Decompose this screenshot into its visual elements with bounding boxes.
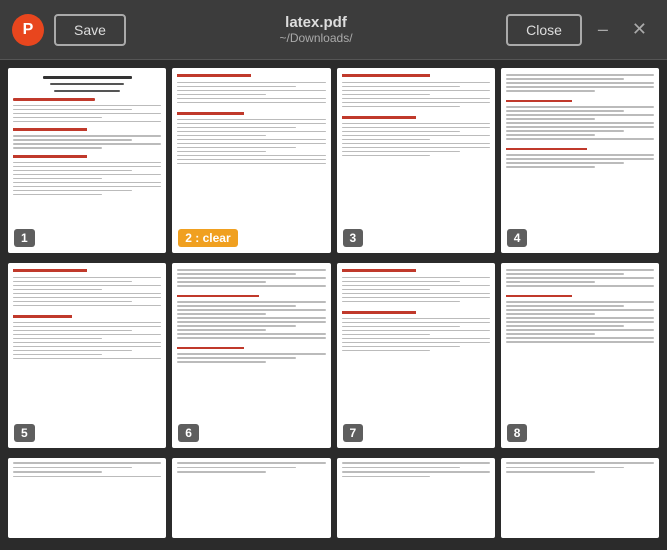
- page-thumb[interactable]: 1: [8, 68, 166, 253]
- minimize-button[interactable]: –: [590, 15, 616, 44]
- page-badge: 6: [178, 424, 199, 442]
- save-button[interactable]: Save: [54, 14, 126, 46]
- page-thumb[interactable]: 7: [337, 263, 495, 448]
- filename-label: latex.pdf: [279, 14, 352, 31]
- page-thumb[interactable]: 6: [172, 263, 330, 448]
- page-badge: 4: [507, 229, 528, 247]
- page-thumb[interactable]: [8, 458, 166, 538]
- page-badge: 1: [14, 229, 35, 247]
- page-badge: 3: [343, 229, 364, 247]
- page-thumb[interactable]: 8: [501, 263, 659, 448]
- titlebar-left: P Save: [12, 14, 126, 46]
- page-badge: 8: [507, 424, 528, 442]
- titlebar-right: Close – ✕: [506, 14, 655, 46]
- titlebar: P Save latex.pdf ~/Downloads/ Close – ✕: [0, 0, 667, 60]
- titlebar-center: latex.pdf ~/Downloads/: [279, 14, 352, 45]
- page-thumb[interactable]: 5: [8, 263, 166, 448]
- page-badge: 2 : clear: [178, 229, 237, 247]
- pages-grid: 1 2 : clear: [0, 60, 667, 550]
- page-badge: 5: [14, 424, 35, 442]
- page-thumb[interactable]: 2 : clear: [172, 68, 330, 253]
- page-thumb[interactable]: 3: [337, 68, 495, 253]
- page-badge: 7: [343, 424, 364, 442]
- filepath-label: ~/Downloads/: [279, 31, 352, 45]
- page-thumb[interactable]: [337, 458, 495, 538]
- page-thumb[interactable]: [501, 458, 659, 538]
- xclose-button[interactable]: ✕: [624, 15, 655, 44]
- app-logo: P: [12, 14, 44, 46]
- page-thumb[interactable]: [172, 458, 330, 538]
- page-thumb[interactable]: 4: [501, 68, 659, 253]
- close-button[interactable]: Close: [506, 14, 582, 46]
